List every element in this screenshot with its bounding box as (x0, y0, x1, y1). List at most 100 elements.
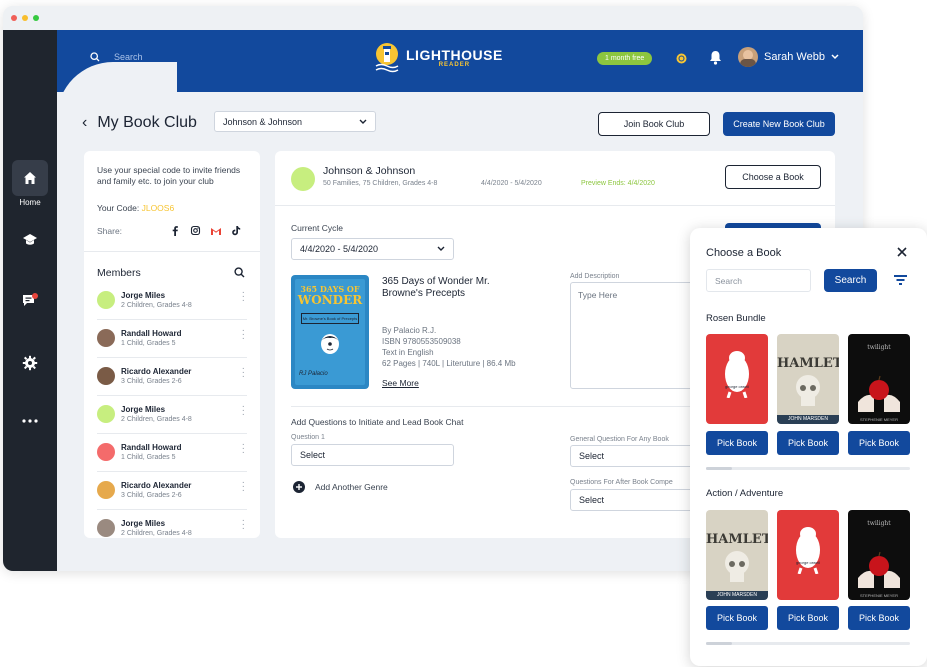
club-dates: 4/4/2020 - 5/4/2020 (481, 180, 542, 187)
pick-book-button[interactable]: Pick Book (777, 606, 839, 630)
window-close-dot[interactable] (11, 15, 17, 21)
panel-search-input[interactable]: Search (706, 269, 811, 292)
lighthouse-icon (375, 43, 399, 73)
create-book-club-button[interactable]: Create New Book Club (723, 112, 835, 136)
after-question-label: Questions For After Book Compe (570, 479, 673, 486)
join-book-club-button[interactable]: Join Book Club (598, 112, 710, 136)
bell-icon[interactable] (709, 50, 722, 65)
tiktok-icon[interactable] (231, 225, 241, 236)
member-name: Jorge Miles (121, 405, 166, 414)
back-icon[interactable]: ‹ (82, 114, 87, 132)
cover-author-text: george orwell (795, 560, 820, 565)
sidebar-item-chat[interactable] (12, 283, 48, 319)
trial-badge[interactable]: 1 month free (597, 52, 653, 65)
member-info: 1 Child, Grades 5 (121, 340, 176, 347)
book-cover[interactable]: twilight STEPHENIE MEYER (848, 334, 910, 424)
window-minimize-dot[interactable] (22, 15, 28, 21)
members-list: Jorge Miles 2 Children, Grades 4-8 · · · Rand… (97, 283, 247, 538)
instagram-icon[interactable] (190, 225, 201, 236)
general-question-select[interactable]: Select (570, 445, 710, 467)
code-value[interactable]: JLOOS6 (142, 203, 175, 213)
see-more-link[interactable]: See More (382, 378, 419, 388)
member-row[interactable]: Jorge Miles 2 Children, Grades 4-8 · · · (97, 283, 247, 320)
cycle-select[interactable]: 4/4/2020 - 5/4/2020 (291, 238, 454, 260)
row1-scrollbar[interactable] (706, 467, 910, 470)
member-name: Randall Howard (121, 329, 182, 338)
gmail-icon[interactable] (210, 226, 222, 236)
pick-book-button[interactable]: Pick Book (706, 431, 768, 455)
pick-book-button[interactable]: Pick Book (848, 431, 910, 455)
window-maximize-dot[interactable] (33, 15, 39, 21)
cover-subtitle: Mr. Browne's Book of Precepts (301, 313, 359, 324)
filter-icon[interactable] (894, 274, 907, 286)
book-cover[interactable]: george orwell (777, 510, 839, 600)
cover-author-text: george orwell (724, 384, 749, 389)
pick-book-button[interactable]: Pick Book (777, 431, 839, 455)
member-options-icon[interactable]: · · · (242, 478, 245, 496)
search-icon (90, 52, 100, 62)
panel-search-button[interactable]: Search (824, 269, 877, 292)
after-question-select[interactable]: Select (570, 489, 710, 511)
cover-author: RJ Palacio (299, 371, 328, 377)
member-options-icon[interactable]: · · · (242, 402, 245, 420)
preview-ends: Preview Ends: 4/4/2020 (581, 180, 655, 187)
sidebar-item-settings[interactable] (12, 345, 48, 381)
coin-icon[interactable] (676, 53, 687, 64)
sidebar-home-label: Home (19, 198, 41, 207)
facebook-icon[interactable] (170, 225, 181, 236)
member-row[interactable]: Jorge Miles 2 Children, Grades 4-8 · · · (97, 511, 247, 538)
logo-title: LIGHTHOUSE (406, 47, 503, 63)
user-avatar (738, 47, 758, 67)
more-icon (22, 419, 38, 423)
book-cover[interactable]: george orwell (706, 334, 768, 424)
member-options-icon[interactable]: · · · (242, 516, 245, 534)
member-options-icon[interactable]: · · · (242, 440, 245, 458)
page-header: ‹ My Book Club (82, 114, 197, 132)
member-row[interactable]: Ricardo Alexander 3 Child, Grades 2-6 · · · (97, 473, 247, 510)
search-icon[interactable] (234, 267, 245, 278)
pick-book-button[interactable]: Pick Book (848, 606, 910, 630)
lighthouse-logo[interactable]: LIGHTHOUSE READER (374, 42, 503, 74)
book-cover-wonder[interactable]: 365 DAYS OF WONDER Mr. Browne's Book of … (291, 275, 369, 389)
question1-select[interactable]: Select (291, 444, 454, 466)
apple-hands-icon (858, 375, 900, 412)
description-textarea[interactable]: Type Here (570, 282, 710, 389)
question1-value: Select (300, 450, 326, 460)
member-options-icon[interactable]: · · · (242, 288, 245, 306)
member-options-icon[interactable]: · · · (242, 364, 245, 382)
sidebar-item-home[interactable] (12, 160, 48, 196)
row2-scrollbar[interactable] (706, 642, 910, 645)
pick-book-button[interactable]: Pick Book (706, 606, 768, 630)
close-icon[interactable] (897, 247, 907, 257)
member-row[interactable]: Jorge Miles 2 Children, Grades 4-8 · · · (97, 397, 247, 434)
book-cover[interactable]: HAMLET JOHN MARSDEN (706, 510, 768, 600)
book-cover[interactable]: HAMLET JOHN MARSDEN (777, 334, 839, 424)
cover-author-text: JOHN MARSDEN (706, 591, 768, 600)
member-options-icon[interactable]: · · · (242, 326, 245, 344)
choose-book-button[interactable]: Choose a Book (725, 165, 821, 189)
club-details: 50 Families, 75 Children, Grades 4-8 (323, 180, 438, 187)
add-genre-button[interactable]: Add Another Genre (293, 481, 388, 493)
invite-code: Your Code: JLOOS6 (97, 203, 174, 213)
club-name: Johnson & Johnson (323, 165, 416, 177)
chat-icon (23, 293, 38, 306)
member-row[interactable]: Randall Howard 1 Child, Grades 5 · · · (97, 435, 247, 472)
member-row[interactable]: Randall Howard 1 Child, Grades 5 · · · (97, 321, 247, 358)
member-row[interactable]: Ricardo Alexander 3 Child, Grades 2-6 · · · (97, 359, 247, 396)
sidebar-item-classes[interactable] (12, 222, 48, 258)
plus-circle-icon (293, 481, 305, 493)
questions-title: Add Questions to Initiate and Lead Book … (291, 417, 464, 427)
user-menu[interactable]: Sarah Webb (738, 47, 839, 67)
member-avatar (97, 367, 115, 385)
sidebar: Home (3, 30, 57, 571)
club-select[interactable]: Johnson & Johnson (214, 111, 376, 132)
club-select-value: Johnson & Johnson (223, 116, 303, 127)
home-icon (24, 172, 36, 184)
book-cover[interactable]: twilight STEPHENIE MEYER (848, 510, 910, 600)
member-name: Ricardo Alexander (121, 367, 192, 376)
book-isbn: ISBN 9780553509038 (382, 337, 461, 346)
member-avatar (97, 519, 115, 537)
global-search[interactable]: Search (90, 52, 143, 62)
sidebar-item-more[interactable] (12, 403, 48, 439)
member-avatar (97, 481, 115, 499)
